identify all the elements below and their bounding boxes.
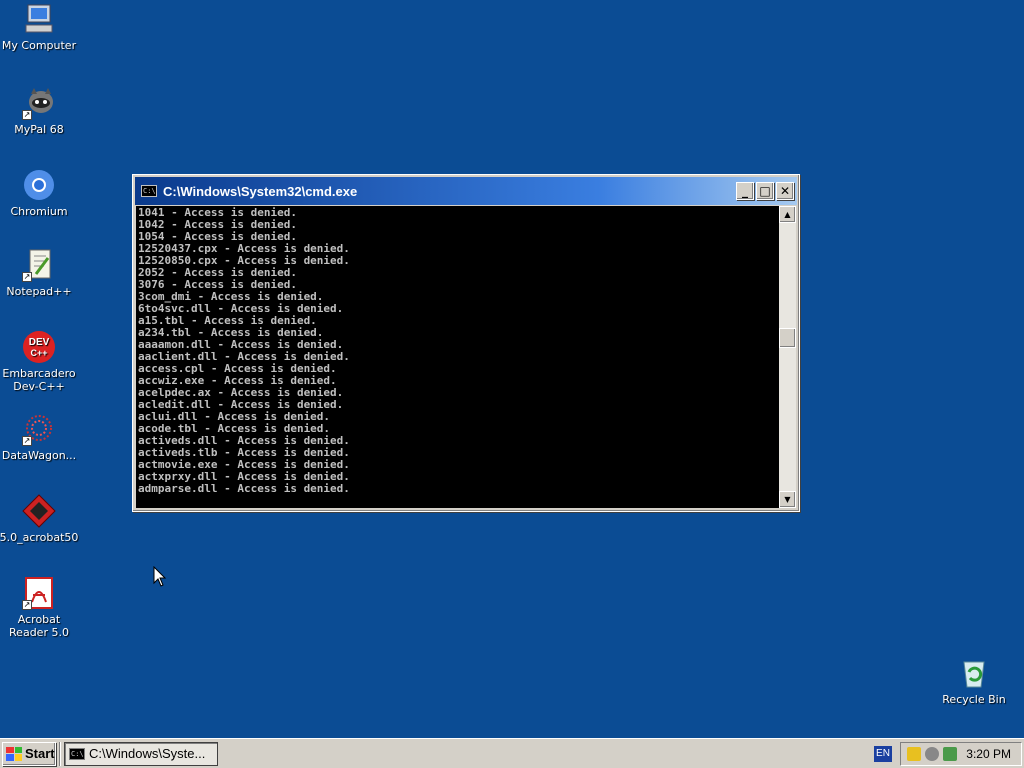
windows-flag-icon [6,746,22,761]
notification-area: 3:20 PM [900,741,1022,766]
vertical-scrollbar[interactable]: ▲ ▼ [779,206,796,508]
dev-cpp-icon: DEV C++ [22,330,56,364]
desktop-icon-recycle-bin[interactable]: Recycle Bin [934,656,1014,706]
chromium-icon [22,168,56,202]
system-tray: EN 3:20 PM [874,741,1022,766]
taskbar-separator [59,741,61,766]
window-titlebar[interactable]: C:\ C:\Windows\System32\cmd.exe _ □ ✕ [135,177,797,205]
acrobat-installer-icon [22,494,56,528]
notepad-plus-plus-icon: ↗ [22,248,56,282]
recycle-bin-icon [957,656,991,690]
maximize-button[interactable]: □ [756,182,774,200]
raccoon-browser-icon: ↗ [22,86,56,120]
desktop-icon-datawagon[interactable]: ↗ DataWagon... [0,412,79,462]
svg-text:DEV: DEV [29,337,50,348]
scroll-thumb[interactable] [779,328,796,348]
shortcut-arrow-icon: ↗ [22,600,32,610]
desktop-icon-devcpp[interactable]: DEV C++ Embarcadero Dev-C++ [0,330,79,393]
start-button[interactable]: Start [2,741,56,766]
window-title: C:\Windows\System32\cmd.exe [163,183,358,199]
desktop-icon-acrobat50[interactable]: 5.0_acrobat50 [0,494,79,544]
desktop-icon-label: Recycle Bin [942,693,1006,706]
console-line: admparse.dll - Access is denied. [138,482,350,495]
desktop-icon-chromium[interactable]: Chromium [0,168,79,218]
security-shield-icon[interactable] [907,746,921,761]
scroll-up-button[interactable]: ▲ [779,206,796,223]
scroll-down-button[interactable]: ▼ [779,491,796,508]
desktop-icon-label: My Computer [1,39,77,52]
desktop-icon-notepadpp[interactable]: ↗ Notepad++ [0,248,79,298]
close-button[interactable]: ✕ [776,182,794,200]
minimize-button[interactable]: _ [736,182,754,200]
start-label: Start [25,746,55,761]
safely-remove-hardware-icon[interactable] [943,746,957,761]
desktop-icon-acrobat-reader[interactable]: ↗ Acrobat Reader 5.0 [0,576,79,639]
acrobat-reader-icon: ↗ [22,576,56,610]
svg-text:C++: C++ [30,348,47,358]
shortcut-arrow-icon: ↗ [22,436,32,446]
desktop-icon-label: Acrobat Reader 5.0 [9,613,69,639]
computer-icon [22,2,56,36]
console-icon: C:\ [141,185,157,197]
language-indicator[interactable]: EN [874,745,892,762]
shortcut-arrow-icon: ↗ [22,110,32,120]
desktop-icon-label: DataWagon... [1,449,77,462]
datawagon-icon: ↗ [22,412,56,446]
desktop-icon-label: 5.0_acrobat50 [0,531,79,544]
shortcut-arrow-icon: ↗ [22,272,32,282]
desktop-icon-my-computer[interactable]: My Computer [0,2,79,52]
mouse-cursor-icon [153,566,167,587]
taskbar: Start C:\ C:\Windows\Syste... EN 3:20 PM [0,738,1024,768]
desktop-icon-label: Notepad++ [6,285,72,298]
console-icon: C:\ [69,747,85,760]
taskbar-button-label: C:\Windows\Syste... [89,746,206,761]
console-area[interactable]: 1041 - Access is denied. 1042 - Access is… [136,206,796,508]
desktop-icon-label: Embarcadero Dev-C++ [2,367,76,393]
console-output: 1041 - Access is denied. 1042 - Access is… [136,206,779,508]
desktop-icon-label: MyPal 68 [14,123,64,136]
taskbar-button-cmd[interactable]: C:\ C:\Windows\Syste... [64,741,218,766]
network-icon[interactable] [925,746,939,761]
desktop-icon-label: Chromium [10,205,68,218]
cmd-window[interactable]: C:\ C:\Windows\System32\cmd.exe _ □ ✕ 10… [132,174,800,512]
clock[interactable]: 3:20 PM [966,747,1015,761]
desktop-icon-mypal[interactable]: ↗ MyPal 68 [0,86,79,136]
